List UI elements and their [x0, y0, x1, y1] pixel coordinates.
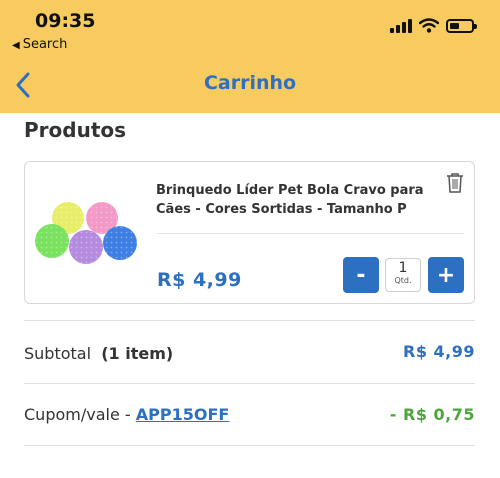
- battery-icon: [446, 19, 477, 33]
- divider: [24, 445, 475, 446]
- decrease-quantity-button[interactable]: -: [343, 257, 379, 293]
- status-time: 09:35: [35, 10, 96, 32]
- product-name[interactable]: Brinquedo Líder Pet Bola Cravo para Cães…: [156, 181, 436, 219]
- back-triangle-icon: ◀: [12, 40, 20, 51]
- wifi-icon: [419, 18, 439, 33]
- back-app-label: Search: [22, 37, 68, 52]
- quantity-value: 1: [398, 260, 408, 276]
- divider: [24, 383, 475, 384]
- coupon-code-link[interactable]: APP15OFF: [136, 405, 230, 424]
- coupon-row-label: Cupom/vale - APP15OFF: [24, 405, 230, 424]
- subtotal-count: (1 item): [101, 344, 174, 363]
- product-image: [35, 202, 137, 264]
- quantity-field[interactable]: 1 Qtd.: [385, 258, 421, 292]
- trash-icon[interactable]: [446, 172, 464, 194]
- signal-icon: [390, 19, 412, 33]
- product-price: R$ 4,99: [157, 269, 242, 291]
- subtotal-label: Subtotal (1 item): [24, 344, 174, 363]
- products-section-title: Produtos: [24, 118, 127, 142]
- status-icons: [390, 18, 477, 33]
- page-title: Carrinho: [203, 72, 297, 94]
- quantity-label: Qtd.: [394, 276, 412, 285]
- subtotal-value: R$ 4,99: [403, 342, 475, 361]
- card-divider: [156, 233, 464, 234]
- header-bar: 09:35 ◀ Search Carrinho: [0, 0, 500, 113]
- cart-item-card: Brinquedo Líder Pet Bola Cravo para Cães…: [24, 161, 475, 304]
- increase-quantity-button[interactable]: +: [428, 257, 464, 293]
- coupon-discount-value: - R$ 0,75: [389, 405, 475, 424]
- divider: [24, 320, 475, 321]
- back-to-search-link[interactable]: ◀ Search: [12, 37, 67, 52]
